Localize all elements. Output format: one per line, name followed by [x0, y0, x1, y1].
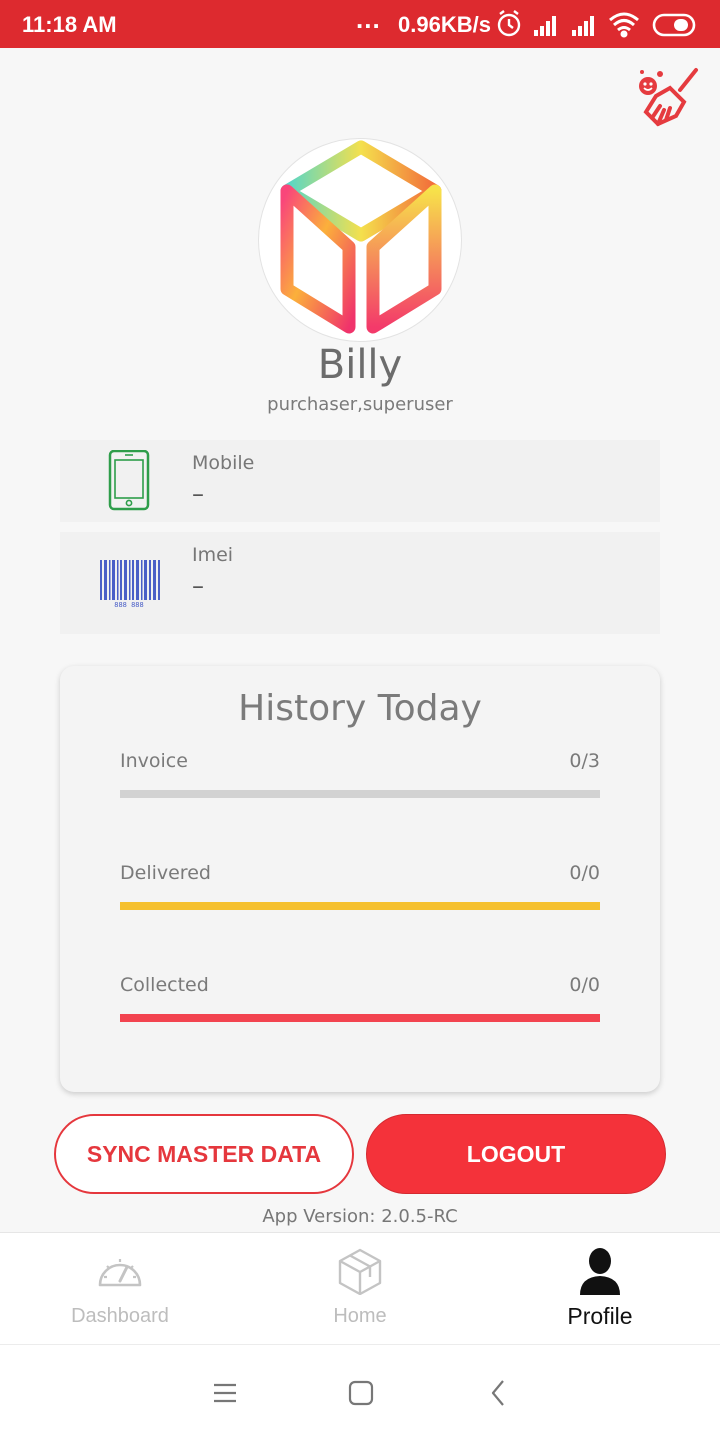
signal-icon	[534, 16, 556, 36]
avatar[interactable]	[258, 138, 462, 342]
alarm-icon	[497, 10, 521, 37]
imei-card: 888 888 Imei –	[60, 532, 660, 634]
broom-icon[interactable]	[636, 66, 702, 128]
collected-progress-bar	[120, 1014, 600, 1022]
collected-value: 0/0	[569, 974, 600, 996]
invoice-progress-bar	[120, 790, 600, 798]
cube-icon	[338, 1248, 382, 1295]
history-title: History Today	[238, 688, 482, 729]
history-row-delivered: Delivered 0/0	[120, 862, 600, 932]
speedometer-icon	[98, 1259, 142, 1287]
system-navigation-bar	[0, 1344, 720, 1440]
collected-label: Collected	[120, 974, 209, 996]
user-name: Billy	[317, 342, 403, 388]
wifi-icon	[609, 12, 639, 38]
invoice-label: Invoice	[120, 750, 188, 772]
nav-profile[interactable]: Profile	[480, 1233, 720, 1345]
invoice-value: 0/3	[569, 750, 600, 772]
nav-profile-label: Profile	[567, 1303, 633, 1329]
nav-home[interactable]: Home	[240, 1233, 480, 1345]
nav-home-label: Home	[333, 1305, 387, 1327]
user-icon	[580, 1248, 620, 1295]
status-time: 11:18 AM	[22, 12, 117, 37]
logout-button[interactable]: LOGOUT	[366, 1114, 666, 1194]
collected-progress-fill	[120, 1014, 600, 1022]
history-row-collected: Collected 0/0	[120, 974, 600, 1044]
history-row-invoice: Invoice 0/3	[120, 750, 600, 820]
battery-icon	[652, 13, 696, 37]
barcode-text: 888 888	[114, 601, 144, 609]
back-icon[interactable]	[483, 1377, 515, 1409]
bottom-navigation: Dashboard Home Profile	[0, 1232, 720, 1344]
delivered-value: 0/0	[569, 862, 600, 884]
status-dots: ...	[356, 4, 381, 34]
history-today-card: History Today Invoice 0/3 Delivered 0/0 …	[60, 666, 660, 1092]
nav-dashboard-label: Dashboard	[71, 1305, 169, 1327]
barcode-icon: 888 888	[100, 560, 160, 609]
sync-master-data-button[interactable]: SYNC MASTER DATA	[54, 1114, 354, 1194]
signal-icon	[572, 16, 594, 36]
cube-logo-icon	[280, 140, 442, 334]
mobile-label: Mobile	[192, 452, 255, 474]
status-icons	[497, 10, 696, 38]
network-speed: 0.96KB/s	[398, 12, 491, 37]
imei-value: –	[192, 572, 204, 600]
delivered-progress-bar	[120, 902, 600, 910]
mobile-card: Mobile –	[60, 440, 660, 522]
app-version: App Version: 2.0.5-RC	[262, 1206, 458, 1227]
nav-dashboard[interactable]: Dashboard	[0, 1233, 240, 1345]
menu-icon[interactable]	[209, 1377, 241, 1409]
mobile-phone-icon	[108, 450, 150, 511]
delivered-label: Delivered	[120, 862, 211, 884]
home-square-icon[interactable]	[345, 1377, 377, 1409]
imei-label: Imei	[192, 544, 234, 566]
user-roles: purchaser,superuser	[267, 394, 453, 415]
mobile-value: –	[192, 480, 204, 508]
status-bar: 11:18 AM ... 0.96KB/s	[0, 0, 720, 48]
delivered-progress-fill	[120, 902, 600, 910]
